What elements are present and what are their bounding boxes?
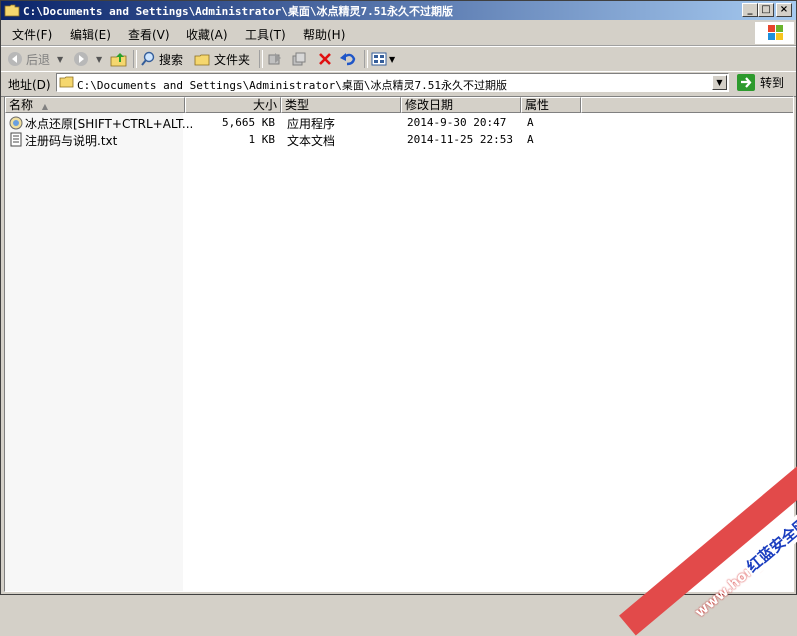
- move-to-button[interactable]: [267, 50, 283, 68]
- move-to-icon: [268, 53, 281, 65]
- explorer-window: C:\Documents and Settings\Administrator\…: [0, 0, 797, 595]
- folders-button[interactable]: 文件夹: [194, 50, 250, 68]
- address-value: C:\Documents and Settings\Administrator\…: [77, 79, 508, 92]
- file-type: 文本文档: [287, 134, 336, 148]
- sort-ascending-icon: ▲: [41, 102, 48, 111]
- forward-dropdown-icon[interactable]: ▼: [96, 55, 102, 64]
- copy-to-button[interactable]: [291, 50, 307, 68]
- up-folder-button[interactable]: [110, 50, 128, 68]
- copy-to-icon: [292, 52, 306, 66]
- go-arrow-icon: [737, 74, 755, 91]
- folders-icon: [194, 54, 210, 65]
- menu-help[interactable]: 帮助(H): [303, 26, 345, 43]
- file-size: 5,665 KB: [222, 116, 275, 129]
- forward-button[interactable]: ▼: [73, 50, 102, 68]
- file-modified: 2014-9-30 20:47: [407, 116, 507, 129]
- file-row[interactable]: 注册码与说明.txt 1 KB 文本文档 2014-11-25 22:53 A: [5, 131, 793, 148]
- minimize-button[interactable]: _: [742, 3, 758, 17]
- folder-icon: [59, 76, 74, 88]
- windows-logo-icon: [755, 22, 794, 44]
- address-label: 地址(D): [8, 78, 51, 92]
- file-attributes: A: [527, 133, 534, 146]
- search-button[interactable]: 搜索: [140, 50, 183, 68]
- menu-view[interactable]: 查看(V): [128, 26, 170, 43]
- column-type-header[interactable]: 类型: [281, 97, 401, 113]
- go-button[interactable]: 转到: [737, 74, 784, 91]
- back-dropdown-icon[interactable]: ▼: [57, 55, 63, 64]
- delete-x-icon: [319, 53, 331, 65]
- sorted-column-highlight: [5, 113, 183, 591]
- folder-icon: [4, 4, 20, 17]
- search-icon: [141, 51, 155, 66]
- menu-favorites[interactable]: 收藏(A): [186, 26, 228, 43]
- toolbar-separator: [133, 50, 137, 68]
- menu-file[interactable]: 文件(F): [12, 26, 52, 43]
- folders-label: 文件夹: [214, 52, 251, 67]
- views-dropdown-icon[interactable]: ▼: [389, 55, 395, 64]
- views-button[interactable]: ▼: [371, 50, 395, 68]
- title-bar[interactable]: C:\Documents and Settings\Administrator\…: [1, 1, 796, 20]
- toolbar: 后退 ▼ ▼ 搜索 文件夹 ▼: [1, 46, 796, 72]
- delete-button[interactable]: [317, 50, 333, 68]
- text-file-icon: [10, 132, 22, 147]
- column-header-row: 名称 ▲ 大小 类型 修改日期 属性: [5, 97, 793, 113]
- undo-icon: [340, 53, 356, 66]
- address-bar: 地址(D) C:\Documents and Settings\Administ…: [1, 71, 796, 97]
- window-title: C:\Documents and Settings\Administrator\…: [23, 5, 454, 18]
- toolbar-separator: [259, 50, 263, 68]
- toolbar-separator: [364, 50, 368, 68]
- column-modified-header[interactable]: 修改日期: [401, 97, 521, 113]
- close-button[interactable]: ×: [776, 3, 792, 17]
- file-attributes: A: [527, 116, 534, 129]
- file-name: 注册码与说明.txt: [25, 134, 118, 148]
- column-size-header[interactable]: 大小: [185, 97, 281, 113]
- views-grid-icon: [371, 52, 387, 66]
- menu-edit[interactable]: 编辑(E): [70, 26, 111, 43]
- exe-icon: [9, 116, 23, 130]
- file-row[interactable]: 冰点还原[SHIFT+CTRL+ALT... 5,665 KB 应用程序 201…: [5, 114, 793, 131]
- back-arrow-icon: [8, 52, 22, 66]
- undo-button[interactable]: [339, 50, 357, 68]
- forward-arrow-icon: [74, 52, 88, 66]
- file-modified: 2014-11-25 22:53: [407, 133, 513, 146]
- file-size: 1 KB: [248, 133, 276, 146]
- up-folder-icon: [110, 53, 127, 67]
- maximize-button[interactable]: □: [758, 3, 774, 17]
- file-list-view[interactable]: 名称 ▲ 大小 类型 修改日期 属性 冰点还原[SHIFT+CTRL+ALT..…: [4, 96, 794, 592]
- back-button[interactable]: 后退 ▼: [7, 50, 63, 68]
- file-type: 应用程序: [287, 117, 336, 131]
- column-name-header[interactable]: 名称 ▲: [5, 97, 185, 113]
- column-empty-header: [581, 97, 793, 113]
- menu-bar: 文件(F) 编辑(E) 查看(V) 收藏(A) 工具(T) 帮助(H): [1, 21, 796, 46]
- address-dropdown-button[interactable]: ▼: [712, 75, 727, 90]
- back-label: 后退: [26, 52, 51, 67]
- file-name: 冰点还原[SHIFT+CTRL+ALT...: [25, 117, 194, 131]
- column-attributes-header[interactable]: 属性: [521, 97, 581, 113]
- address-input[interactable]: C:\Documents and Settings\Administrator\…: [56, 73, 729, 92]
- search-label: 搜索: [159, 52, 184, 67]
- menu-tools[interactable]: 工具(T): [245, 26, 286, 43]
- go-label: 转到: [760, 76, 785, 90]
- column-name-label: 名称: [9, 98, 34, 112]
